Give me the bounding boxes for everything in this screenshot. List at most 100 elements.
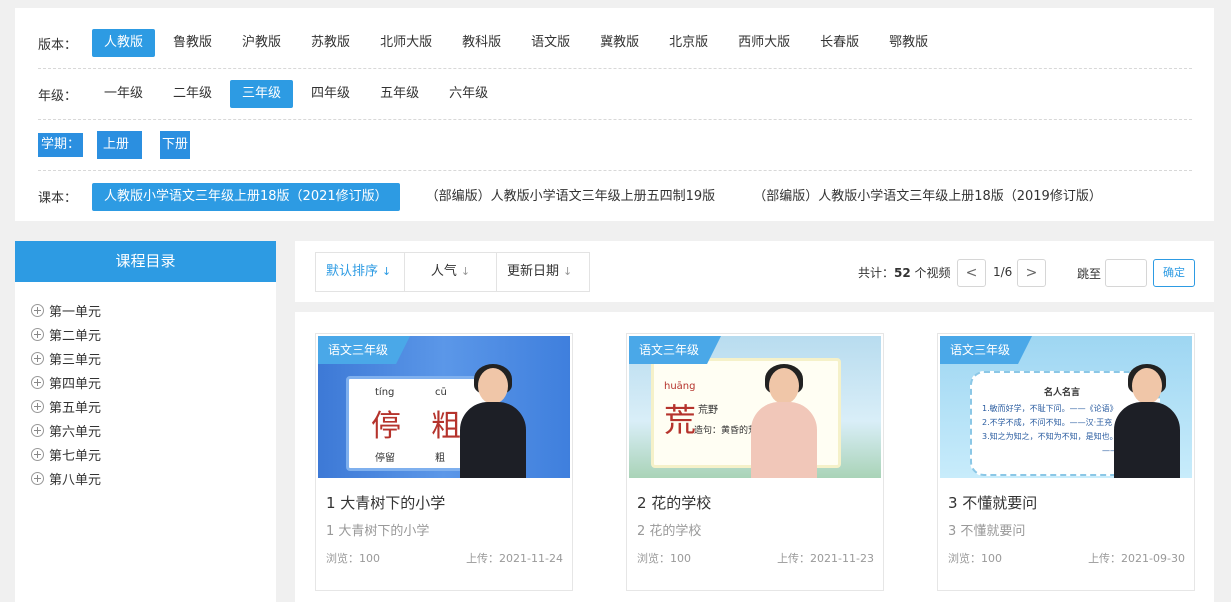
version-filter-row: 版本： 人教版 鲁教版 沪教版 苏教版 北师大版 教科版 语文版 冀教版 北京版…	[38, 18, 1192, 69]
next-page-button[interactable]: >	[1017, 259, 1046, 287]
grade-option-5[interactable]: 五年级	[368, 80, 431, 108]
book-filter-label: 课本：	[38, 191, 78, 206]
unit-label: 第五单元	[49, 400, 102, 416]
grade-option-6[interactable]: 六年级	[437, 80, 500, 108]
version-option-beishida[interactable]: 北师大版	[368, 29, 444, 57]
book-option-54-19[interactable]: （部编版）人教版小学语文三年级上册五四制19版	[414, 183, 728, 211]
unit-label: 第八单元	[49, 472, 102, 488]
unit-item-2[interactable]: 第二单元	[31, 322, 276, 346]
grade-option-2[interactable]: 二年级	[161, 80, 224, 108]
pinyin-text: huāng	[664, 381, 696, 392]
video-grid: tíng cū 停 粗 停留 粗 语文三年级 1 大青树下的小学 1 大青树下的…	[295, 312, 1214, 602]
unit-item-5[interactable]: 第五单元	[31, 394, 276, 418]
video-title[interactable]: 1 大青树下的小学	[326, 492, 445, 513]
pinyin-text: tíng	[375, 387, 395, 398]
grade-tag: 语文三年级	[629, 336, 721, 364]
book-option-2019[interactable]: （部编版）人教版小学语文三年级上册18版（2019修订版）	[741, 183, 1114, 211]
word-text: 粗	[435, 453, 445, 464]
version-option-ejiao[interactable]: 鄂教版	[877, 29, 940, 57]
grade-option-1[interactable]: 一年级	[92, 80, 155, 108]
grade-option-4[interactable]: 四年级	[299, 80, 362, 108]
sort-default-label: 默认排序	[326, 264, 379, 279]
unit-item-1[interactable]: 第一单元	[31, 298, 276, 322]
upload-date: 上传：2021-09-30	[1088, 552, 1185, 565]
jump-page-input[interactable]	[1105, 259, 1147, 287]
course-catalog-sidebar: 课程目录 第一单元 第二单元 第三单元 第四单元 第五单元 第六单元 第七单元 …	[15, 241, 276, 602]
prev-page-button[interactable]: <	[957, 259, 986, 287]
unit-item-4[interactable]: 第四单元	[31, 370, 276, 394]
unit-label: 第七单元	[49, 448, 102, 464]
grade-filter-label: 年级：	[38, 88, 78, 104]
word-text: 停留	[375, 453, 395, 464]
term-option-lower[interactable]: 下册	[160, 131, 191, 159]
expand-plus-icon[interactable]	[31, 351, 44, 365]
video-thumbnail[interactable]: huāng 荒 荒野 造句：黄昏的荒野传 语文三年级	[629, 336, 881, 478]
view-count: 浏览：100	[948, 552, 1002, 565]
arrow-down-icon: ↓	[563, 265, 573, 278]
book-option-2021[interactable]: 人教版小学语文三年级上册18版（2021修订版）	[92, 182, 400, 211]
sort-date-button[interactable]: 更新日期 ↓	[497, 253, 589, 291]
version-option-renjiao[interactable]: 人教版	[92, 29, 156, 57]
expand-plus-icon[interactable]	[31, 303, 44, 317]
version-option-beijing[interactable]: 北京版	[657, 29, 720, 57]
video-card[interactable]: huāng 荒 荒野 造句：黄昏的荒野传 语文三年级 2 花的学校 2 花的学校…	[626, 333, 884, 591]
video-title[interactable]: 2 花的学校	[637, 492, 711, 513]
expand-plus-icon[interactable]	[31, 399, 44, 413]
total-prefix: 共计：	[858, 266, 895, 280]
teacher-figure	[458, 364, 528, 478]
quote-line: 3.知之为知之，不知为不知，是知也。	[982, 432, 1118, 441]
version-option-jiaoke[interactable]: 教科版	[450, 29, 513, 57]
teacher-figure	[1112, 364, 1182, 478]
version-filter-label: 版本：	[38, 37, 78, 53]
video-subtitle: 1 大青树下的小学	[326, 524, 430, 539]
jump-confirm-button[interactable]: 确定	[1153, 259, 1195, 287]
sort-default-button[interactable]: 默认排序 ↓	[316, 253, 405, 291]
unit-label: 第四单元	[49, 376, 102, 392]
unit-list: 第一单元 第二单元 第三单元 第四单元 第五单元 第六单元 第七单元 第八单元	[15, 282, 276, 490]
expand-plus-icon[interactable]	[31, 447, 44, 461]
total-suffix: 个视频	[910, 266, 951, 280]
quote-line: 1.敏而好学，不耻下问。——《论语》	[982, 404, 1118, 413]
page-indicator: 1/6	[993, 265, 1013, 279]
version-option-sujiao[interactable]: 苏教版	[299, 29, 362, 57]
unit-label: 第一单元	[49, 304, 102, 320]
teacher-figure	[749, 364, 819, 478]
hanzi-text: 停	[371, 409, 401, 444]
version-option-changchun[interactable]: 长春版	[808, 29, 871, 57]
video-subtitle: 2 花的学校	[637, 524, 702, 539]
version-option-jijiao[interactable]: 冀教版	[588, 29, 651, 57]
unit-item-7[interactable]: 第七单元	[31, 442, 276, 466]
video-card[interactable]: tíng cū 停 粗 停留 粗 语文三年级 1 大青树下的小学 1 大青树下的…	[315, 333, 573, 591]
version-option-xishida[interactable]: 西师大版	[726, 29, 802, 57]
version-option-lujiao[interactable]: 鲁教版	[161, 29, 224, 57]
expand-plus-icon[interactable]	[31, 375, 44, 389]
expand-plus-icon[interactable]	[31, 471, 44, 485]
video-thumbnail[interactable]: 名人名言 1.敏而好学，不耻下问。——《论语》 2.不学不成，不问不知。——汉·…	[940, 336, 1192, 478]
video-thumbnail[interactable]: tíng cū 停 粗 停留 粗 语文三年级	[318, 336, 570, 478]
term-option-upper[interactable]: 上册	[97, 131, 143, 159]
video-card[interactable]: 名人名言 1.敏而好学，不耻下问。——《论语》 2.不学不成，不问不知。——汉·…	[937, 333, 1195, 591]
grade-option-3[interactable]: 三年级	[230, 80, 294, 108]
expand-plus-icon[interactable]	[31, 423, 44, 437]
unit-item-3[interactable]: 第三单元	[31, 346, 276, 370]
expand-plus-icon[interactable]	[31, 327, 44, 341]
unit-item-8[interactable]: 第八单元	[31, 466, 276, 490]
upload-date: 上传：2021-11-24	[466, 552, 563, 565]
unit-label: 第六单元	[49, 424, 102, 440]
unit-item-6[interactable]: 第六单元	[31, 418, 276, 442]
version-option-yuwen[interactable]: 语文版	[519, 29, 582, 57]
version-option-hujiao[interactable]: 沪教版	[230, 29, 293, 57]
filter-panel: 版本： 人教版 鲁教版 沪教版 苏教版 北师大版 教科版 语文版 冀教版 北京版…	[15, 8, 1214, 221]
arrow-down-icon: ↓	[382, 265, 392, 278]
unit-label: 第二单元	[49, 328, 102, 344]
hanzi-text: 荒	[664, 401, 697, 439]
grade-tag: 语文三年级	[940, 336, 1032, 364]
pinyin-text: cū	[435, 387, 447, 398]
grade-filter-row: 年级： 一年级 二年级 三年级 四年级 五年级 六年级	[38, 69, 1192, 120]
quote-line: 2.不学不成，不问不知。——汉·王充	[982, 418, 1113, 427]
sort-popularity-label: 人气	[430, 264, 457, 279]
term-filter-label: 学期：	[38, 133, 84, 157]
sort-popularity-button[interactable]: 人气 ↓	[405, 253, 497, 291]
grade-tag: 语文三年级	[318, 336, 410, 364]
video-title[interactable]: 3 不懂就要问	[948, 492, 1037, 513]
